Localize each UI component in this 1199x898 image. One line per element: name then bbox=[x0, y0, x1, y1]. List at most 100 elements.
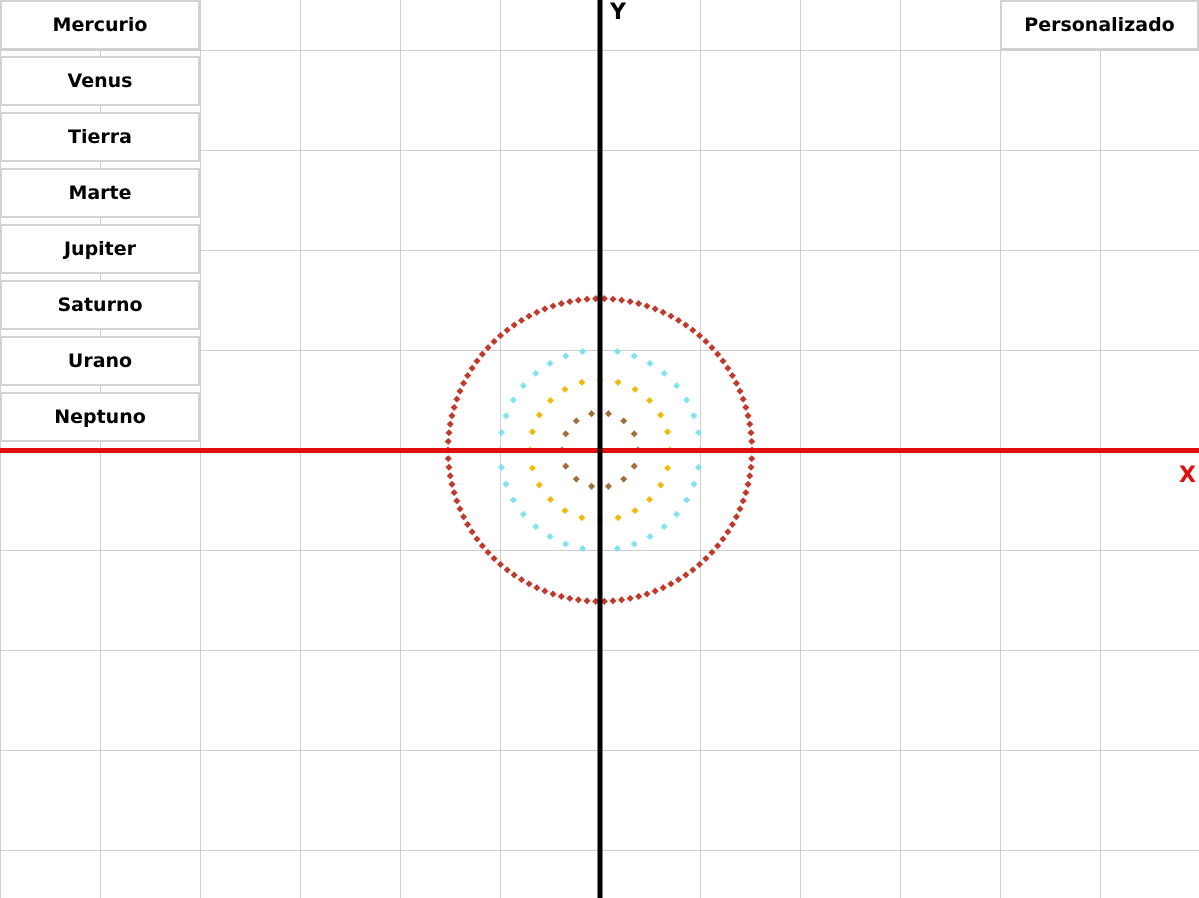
orbit-point bbox=[546, 359, 554, 367]
orbit-point bbox=[460, 379, 468, 387]
marte-button[interactable]: Marte bbox=[0, 168, 200, 218]
orbit-point bbox=[579, 347, 587, 356]
orbit-point bbox=[510, 321, 518, 329]
orbit-point bbox=[562, 352, 570, 360]
orbit-point bbox=[502, 480, 510, 488]
orbit-point bbox=[464, 372, 472, 380]
app-window: Y X Mercurio Venus Tierra Marte Jupiter … bbox=[0, 0, 1199, 898]
orbit-point bbox=[546, 533, 554, 541]
orbit-point bbox=[453, 497, 461, 505]
orbit-point bbox=[659, 584, 667, 592]
orbit-point bbox=[562, 462, 570, 470]
orbit-point bbox=[444, 437, 452, 445]
orbit-point bbox=[714, 542, 722, 550]
tierra-button[interactable]: Tierra bbox=[0, 112, 200, 162]
orbit-point bbox=[620, 475, 628, 483]
orbit-point bbox=[562, 430, 570, 438]
orbit-point bbox=[664, 464, 672, 472]
orbit-point bbox=[702, 337, 710, 345]
orbit-point bbox=[744, 412, 752, 420]
orbit-point bbox=[453, 395, 461, 403]
orbit-point bbox=[724, 528, 732, 536]
orbit-point bbox=[478, 350, 486, 358]
orbit-point bbox=[651, 305, 659, 313]
orbit-point bbox=[588, 410, 596, 418]
orbit-point bbox=[719, 535, 727, 543]
orbit-point bbox=[645, 495, 654, 504]
orbit-point bbox=[736, 505, 744, 513]
orbit-point bbox=[444, 455, 452, 463]
orbit-point bbox=[464, 520, 472, 528]
orbit-point bbox=[618, 296, 626, 304]
orbit-point bbox=[525, 312, 533, 320]
orbit-point bbox=[557, 592, 565, 600]
orbit-point bbox=[702, 555, 710, 563]
orbit-point bbox=[528, 464, 536, 472]
orbit-point bbox=[574, 296, 582, 304]
orbit-point bbox=[683, 496, 691, 504]
orbit-point bbox=[473, 357, 481, 365]
orbit-point bbox=[659, 308, 667, 316]
orbit-point bbox=[541, 587, 549, 595]
orbit-point bbox=[683, 396, 691, 404]
orbit-point bbox=[503, 566, 511, 574]
orbit-point bbox=[724, 364, 732, 372]
saturno-button[interactable]: Saturno bbox=[0, 280, 200, 330]
orbit-point bbox=[546, 396, 555, 405]
orbit-point bbox=[528, 428, 536, 436]
orbit-point bbox=[517, 576, 526, 584]
orbit-point bbox=[578, 378, 586, 386]
orbit-point bbox=[497, 463, 506, 471]
orbit-point bbox=[549, 590, 557, 598]
orbit-point bbox=[549, 302, 557, 310]
orbit-point bbox=[546, 495, 555, 504]
venus-button[interactable]: Venus bbox=[0, 56, 200, 106]
orbit-point bbox=[473, 535, 481, 543]
orbit-point bbox=[645, 396, 654, 405]
orbit-point bbox=[588, 482, 596, 490]
orbit-point bbox=[609, 295, 617, 303]
jupiter-button[interactable]: Jupiter bbox=[0, 224, 200, 274]
orbit-point bbox=[689, 566, 697, 574]
orbit-point bbox=[682, 321, 690, 329]
orbit-point bbox=[732, 379, 740, 387]
orbit-point bbox=[446, 472, 454, 480]
mercurio-button[interactable]: Mercurio bbox=[0, 0, 200, 50]
orbit-point bbox=[631, 507, 639, 515]
orbit-point bbox=[604, 482, 612, 490]
x-axis-label: X bbox=[1179, 463, 1196, 488]
orbit-point bbox=[696, 560, 704, 568]
orbit-point bbox=[708, 548, 716, 556]
neptuno-button[interactable]: Neptuno bbox=[0, 392, 200, 442]
orbit-point bbox=[583, 295, 591, 303]
orbit-point bbox=[674, 576, 683, 584]
orbit-point bbox=[746, 420, 754, 428]
orbit-point bbox=[456, 387, 464, 395]
orbit-point bbox=[566, 298, 574, 306]
orbit-point bbox=[502, 412, 510, 420]
orbit-point bbox=[445, 463, 453, 471]
orbit-point bbox=[484, 548, 492, 556]
orbit-point bbox=[651, 587, 659, 595]
orbit-point bbox=[643, 590, 651, 598]
orbit-point bbox=[525, 580, 533, 588]
orbit-point bbox=[450, 403, 458, 411]
orbit-point bbox=[626, 298, 634, 306]
orbit-point bbox=[517, 316, 526, 324]
orbit-point bbox=[739, 497, 747, 505]
urano-button[interactable]: Urano bbox=[0, 336, 200, 386]
orbit-point bbox=[572, 475, 580, 483]
orbit-point bbox=[561, 385, 569, 393]
orbit-point bbox=[657, 411, 665, 419]
orbit-point bbox=[667, 312, 675, 320]
orbit-point bbox=[748, 455, 756, 463]
orbit-point bbox=[532, 523, 540, 531]
orbit-point bbox=[646, 533, 654, 541]
planet-menu: Mercurio Venus Tierra Marte Jupiter Satu… bbox=[0, 0, 200, 448]
orbit-point bbox=[535, 481, 543, 489]
orbit-point bbox=[635, 300, 643, 308]
orbit-point bbox=[620, 417, 628, 425]
orbit-point bbox=[448, 412, 456, 420]
personalizado-button[interactable]: Personalizado bbox=[1000, 0, 1199, 50]
orbit-point bbox=[626, 594, 634, 602]
